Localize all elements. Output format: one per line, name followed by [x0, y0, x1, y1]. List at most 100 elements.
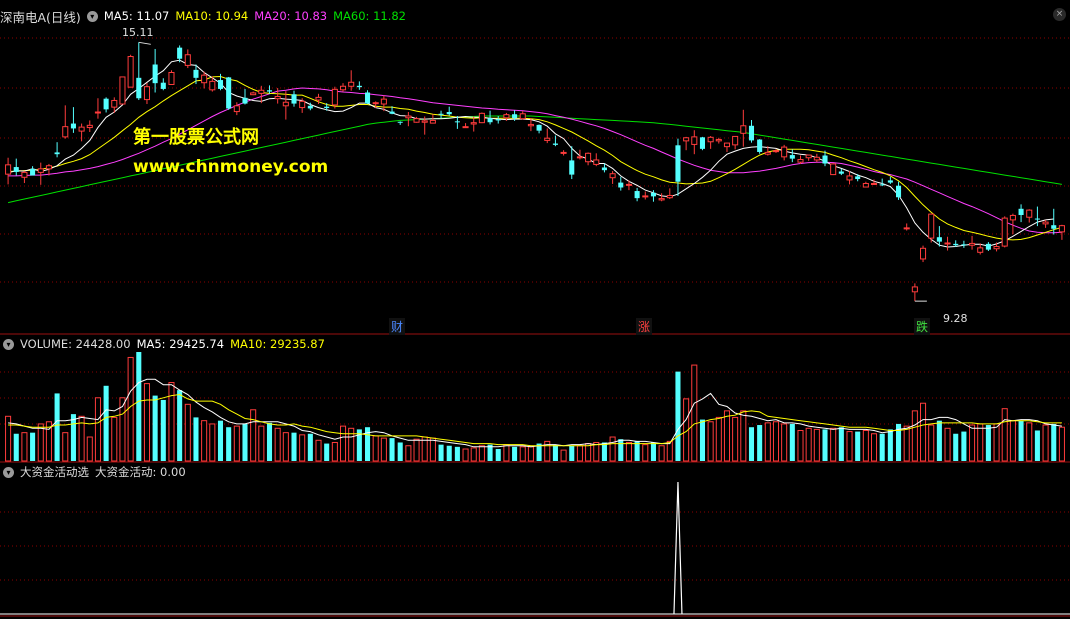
volume-bar	[13, 433, 19, 461]
volume-bar	[862, 429, 869, 462]
indicator-title: 大资金活动选	[20, 465, 89, 479]
candle-body	[86, 124, 93, 129]
volume-bar	[299, 434, 306, 462]
volume-bar	[650, 442, 656, 461]
volume-bar	[372, 435, 379, 462]
volume-bar	[266, 422, 273, 461]
candle-body	[993, 246, 1000, 250]
candle-body	[405, 115, 412, 119]
watermark-title: 第一股票公式网	[133, 127, 259, 148]
volume-bar	[666, 440, 673, 462]
candle-body	[707, 136, 714, 143]
event-mark-fall[interactable]: 跌	[914, 318, 931, 335]
volume-bar	[143, 383, 150, 462]
chevron-down-icon[interactable]: ▾	[3, 466, 14, 478]
candle-body	[732, 135, 739, 146]
candle-body	[217, 80, 224, 89]
volume-bar	[331, 441, 338, 462]
volume-bar	[209, 423, 216, 462]
volume-bar	[160, 399, 166, 461]
volume-bar	[985, 425, 991, 461]
watermark-url: www.chnmoney.com	[133, 157, 329, 177]
candle-body	[822, 155, 828, 164]
volume-bar	[495, 449, 501, 461]
candle-body	[331, 88, 338, 106]
volume-bar	[757, 425, 763, 461]
candle-body	[364, 92, 371, 104]
volume-bar	[62, 432, 69, 462]
volume-bar	[887, 429, 893, 461]
candle-body	[103, 98, 109, 110]
volume-bar	[258, 425, 265, 462]
volume-bar	[307, 433, 313, 461]
volume-bar	[177, 390, 183, 461]
volume-bar	[944, 427, 951, 462]
ma20-value: MA20: 10.83	[254, 9, 328, 23]
candle-body	[446, 112, 452, 115]
volume-bar	[1018, 420, 1024, 461]
ma10-value: MA10: 10.94	[175, 9, 249, 23]
volume-bar	[1009, 420, 1016, 462]
volume-bar	[870, 433, 878, 462]
candle-body	[454, 121, 460, 123]
candle-body	[903, 227, 910, 230]
volume-bar	[54, 393, 60, 461]
candle-body	[772, 150, 780, 153]
candle-body	[585, 152, 592, 163]
candle-body	[953, 243, 959, 246]
chevron-down-icon[interactable]: ▾	[86, 10, 98, 22]
candle-body	[642, 195, 649, 198]
candle-body	[830, 163, 837, 176]
volume-bar	[250, 409, 257, 462]
candle-body	[683, 137, 690, 142]
volume-bar	[805, 427, 812, 462]
volume-bar	[838, 427, 844, 461]
event-mark-rise[interactable]: 涨	[636, 318, 653, 335]
close-icon[interactable]: ×	[1053, 8, 1066, 21]
volume-bar	[470, 447, 477, 462]
volume-bar	[478, 445, 485, 462]
volume-bar	[740, 410, 747, 462]
candle-body	[691, 136, 698, 145]
candle-body	[601, 167, 607, 171]
volume-bar	[781, 423, 788, 462]
candle-body	[78, 126, 85, 132]
volume-bar	[233, 425, 240, 462]
candle-body	[242, 97, 248, 104]
candle-body	[470, 122, 477, 125]
event-mark-finance[interactable]: 财	[389, 318, 406, 335]
chevron-down-icon[interactable]: ▾	[3, 338, 14, 350]
security-name[interactable]: 深南电A(日线)	[0, 7, 81, 26]
volume-bar	[103, 385, 109, 461]
volume-bar	[274, 427, 281, 462]
volume-bar	[642, 444, 649, 462]
volume-bar	[569, 445, 575, 461]
volume-bar	[111, 416, 118, 462]
candle-body	[1034, 218, 1040, 220]
volume-bar	[707, 421, 714, 462]
candle-body	[699, 137, 706, 149]
volume-bar	[429, 437, 436, 462]
volume-title: VOLUME: 24428.00	[20, 337, 131, 351]
candle-body	[421, 120, 428, 123]
candle-body	[870, 182, 878, 185]
volume-bar	[748, 427, 755, 461]
candle-body	[1058, 225, 1065, 233]
volume-bar	[503, 444, 510, 462]
volume-bar	[37, 423, 44, 462]
candle-body	[723, 142, 731, 148]
candle-body	[291, 94, 297, 104]
volume-bar	[675, 371, 681, 461]
volume-bar	[438, 444, 444, 461]
candle-body	[855, 176, 861, 180]
candle-body	[429, 119, 436, 124]
volume-bar	[969, 424, 976, 462]
candle-body	[512, 114, 518, 119]
volume-bar	[193, 417, 199, 461]
volume-bar	[1042, 424, 1049, 462]
candle-body	[1009, 214, 1016, 221]
candle-body	[944, 242, 951, 245]
volume-ma5: MA5: 29425.74	[136, 337, 225, 351]
candle-body	[495, 119, 501, 121]
candle-body	[593, 159, 600, 165]
